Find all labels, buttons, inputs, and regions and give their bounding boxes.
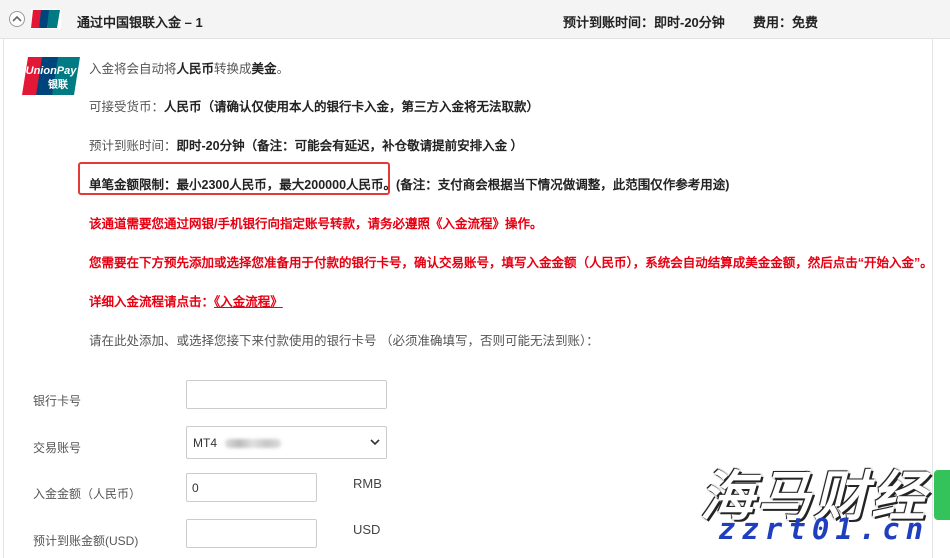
unionpay-logo-cn: 银联 xyxy=(48,78,68,91)
usd-label: 预计到账金额(USD) xyxy=(33,534,139,548)
header-eta: 预计到账时间：即时-20分钟 xyxy=(563,15,725,30)
card-number-input[interactable] xyxy=(186,380,387,409)
limit-line: 单笔金额限制：最小2300人民币，最大200000人民币。(备注：支付商会根据当… xyxy=(89,178,730,192)
currency-line: 可接受货币：人民币（请确认仅使用本人的银行卡入金，第三方入金将无法取款） xyxy=(89,100,540,114)
unionpay-logo-icon xyxy=(30,8,62,30)
unionpay-logo-text: UnionPay xyxy=(26,65,78,77)
process-link[interactable]: 《入金流程》 xyxy=(214,295,283,309)
account-select[interactable]: MT4 xyxy=(186,426,387,459)
unionpay-logo: UnionPay 银联 xyxy=(22,57,80,95)
account-selected-value: MT4 xyxy=(193,436,217,450)
card-label: 银行卡号 xyxy=(33,394,82,408)
amount-unit: RMB xyxy=(353,476,382,491)
usd-amount-input[interactable] xyxy=(186,519,317,548)
header-fee: 费用：免费 xyxy=(753,15,819,30)
masked-account-number xyxy=(225,439,281,449)
process-instruction: 您需要在下方预先添加或选择您准备用于付款的银行卡号，确认交易账号，填写入金金额（… xyxy=(89,256,933,270)
auto-convert-note: 入金将会自动将人民币转换成美金。 xyxy=(89,62,290,76)
side-chat-tab[interactable] xyxy=(934,470,950,520)
eta-line: 预计到账时间：即时-20分钟（备注：可能会有延迟，补仓敬请提前安排入金 ） xyxy=(89,139,524,153)
collapse-icon[interactable] xyxy=(9,11,25,27)
transfer-warning: 该通道需要您通过网银/手机银行向指定账号转款，请务必遵照《入金流程》操作。 xyxy=(89,217,543,231)
usd-unit: USD xyxy=(353,522,381,537)
watermark-en: zzrt01.cn xyxy=(718,512,930,546)
header-title: 通过中国银联入金 – 1 xyxy=(77,15,203,30)
card-instruction: 请在此处添加、或选择您接下来付款使用的银行卡号 （必须准确填写，否则可能无法到账… xyxy=(89,334,599,348)
chevron-down-icon xyxy=(370,439,380,446)
section-header[interactable]: 通过中国银联入金 – 1 预计到账时间：即时-20分钟 费用：免费 xyxy=(0,0,950,39)
amount-input[interactable] xyxy=(186,473,317,502)
amount-label: 入金金额（人民币） xyxy=(33,487,142,501)
account-label: 交易账号 xyxy=(33,441,82,455)
process-link-line: 详细入金流程请点击：《入金流程》 xyxy=(89,295,283,309)
